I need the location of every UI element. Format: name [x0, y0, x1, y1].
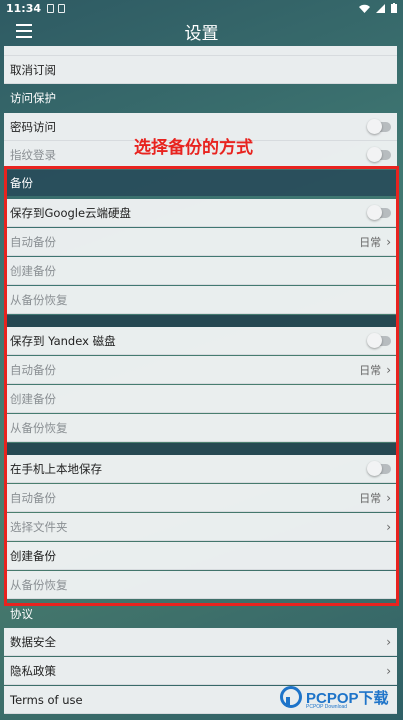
auto-backup-value: 日常 — [359, 491, 382, 505]
section-divider — [4, 443, 397, 455]
backup-header: 备份 — [4, 170, 397, 196]
google-create-backup-item[interactable]: 创建备份 — [4, 257, 397, 285]
chevron-right-icon: › — [386, 663, 391, 678]
section-divider — [4, 315, 397, 327]
app-bar: 设置 — [0, 16, 403, 46]
battery-icon — [391, 3, 397, 13]
chevron-right-icon: › — [386, 634, 391, 649]
restore-backup-label: 从备份恢复 — [10, 577, 68, 592]
watermark: PCPOP下载 PCPOP Download — [280, 686, 389, 710]
wifi-icon — [359, 4, 370, 13]
access-protection-header: 访问保护 — [4, 85, 397, 111]
google-restore-backup-item[interactable]: 从备份恢复 — [4, 286, 397, 314]
yandex-restore-backup-item[interactable]: 从备份恢复 — [4, 414, 397, 442]
yandex-disk-save-item[interactable]: 保存到 Yandex 磁盘 — [4, 327, 397, 355]
local-save-item[interactable]: 在手机上本地保存 — [4, 455, 397, 483]
choose-folder-label: 选择文件夹 — [10, 519, 68, 534]
yandex-disk-save-label: 保存到 Yandex 磁盘 — [10, 333, 116, 348]
watermark-sub: PCPOP Download — [306, 704, 348, 710]
yandex-disk-toggle[interactable] — [367, 332, 391, 348]
local-save-toggle[interactable] — [367, 460, 391, 476]
menu-icon[interactable] — [16, 24, 32, 38]
data-security-label: 数据安全 — [10, 634, 56, 649]
agreement-header: 协议 — [4, 601, 397, 627]
chevron-right-icon: › — [386, 234, 391, 249]
google-auto-backup-item[interactable]: 自动备份 日常 › — [4, 228, 397, 256]
password-access-toggle[interactable] — [367, 118, 391, 134]
notification-icon — [47, 3, 55, 13]
local-restore-backup-item[interactable]: 从备份恢复 — [4, 571, 397, 599]
status-bar: 11:34 — [0, 0, 403, 16]
privacy-policy-item[interactable]: 隐私政策 › — [4, 657, 397, 685]
privacy-policy-label: 隐私政策 — [10, 663, 56, 678]
cancel-subscription-item[interactable]: 取消订阅 — [4, 56, 397, 84]
auto-backup-label: 自动备份 — [10, 490, 56, 505]
chevron-right-icon: › — [386, 490, 391, 505]
annotation-text: 选择备份的方式 — [134, 138, 253, 158]
create-backup-label: 创建备份 — [10, 263, 56, 278]
google-drive-toggle[interactable] — [367, 204, 391, 220]
backup-header-label: 备份 — [10, 176, 33, 190]
yandex-auto-backup-item[interactable]: 自动备份 日常 › — [4, 356, 397, 384]
access-protection-label: 访问保护 — [10, 91, 56, 105]
cancel-subscription-label: 取消订阅 — [10, 62, 56, 77]
auto-backup-label: 自动备份 — [10, 362, 56, 377]
yandex-create-backup-item[interactable]: 创建备份 — [4, 385, 397, 413]
local-auto-backup-item[interactable]: 自动备份 日常 › — [4, 484, 397, 512]
choose-folder-item[interactable]: 选择文件夹 › — [4, 513, 397, 541]
page-title: 设置 — [184, 23, 219, 44]
partial-row — [4, 46, 397, 56]
pcpop-logo-icon — [280, 686, 302, 708]
create-backup-label: 创建备份 — [10, 548, 56, 563]
auto-backup-label: 自动备份 — [10, 234, 56, 249]
chevron-right-icon: › — [386, 519, 391, 534]
local-create-backup-item[interactable]: 创建备份 — [4, 542, 397, 570]
data-security-item[interactable]: 数据安全 › — [4, 628, 397, 656]
auto-backup-value: 日常 — [359, 363, 382, 377]
chevron-right-icon: › — [386, 362, 391, 377]
restore-backup-label: 从备份恢复 — [10, 420, 68, 435]
fingerprint-label: 指纹登录 — [10, 147, 56, 162]
google-drive-save-label: 保存到Google云端硬盘 — [10, 205, 132, 220]
create-backup-label: 创建备份 — [10, 391, 56, 406]
google-drive-save-item[interactable]: 保存到Google云端硬盘 — [4, 199, 397, 227]
signal-icon — [376, 3, 385, 13]
agreement-header-label: 协议 — [10, 607, 33, 621]
restore-backup-label: 从备份恢复 — [10, 292, 68, 307]
fingerprint-toggle[interactable] — [367, 146, 391, 162]
password-access-label: 密码访问 — [10, 119, 56, 134]
auto-backup-value: 日常 — [359, 235, 382, 249]
sim-icon — [58, 3, 66, 13]
local-save-label: 在手机上本地保存 — [10, 461, 102, 476]
terms-of-use-label: Terms of use — [10, 692, 83, 707]
status-time: 11:34 — [6, 1, 42, 15]
